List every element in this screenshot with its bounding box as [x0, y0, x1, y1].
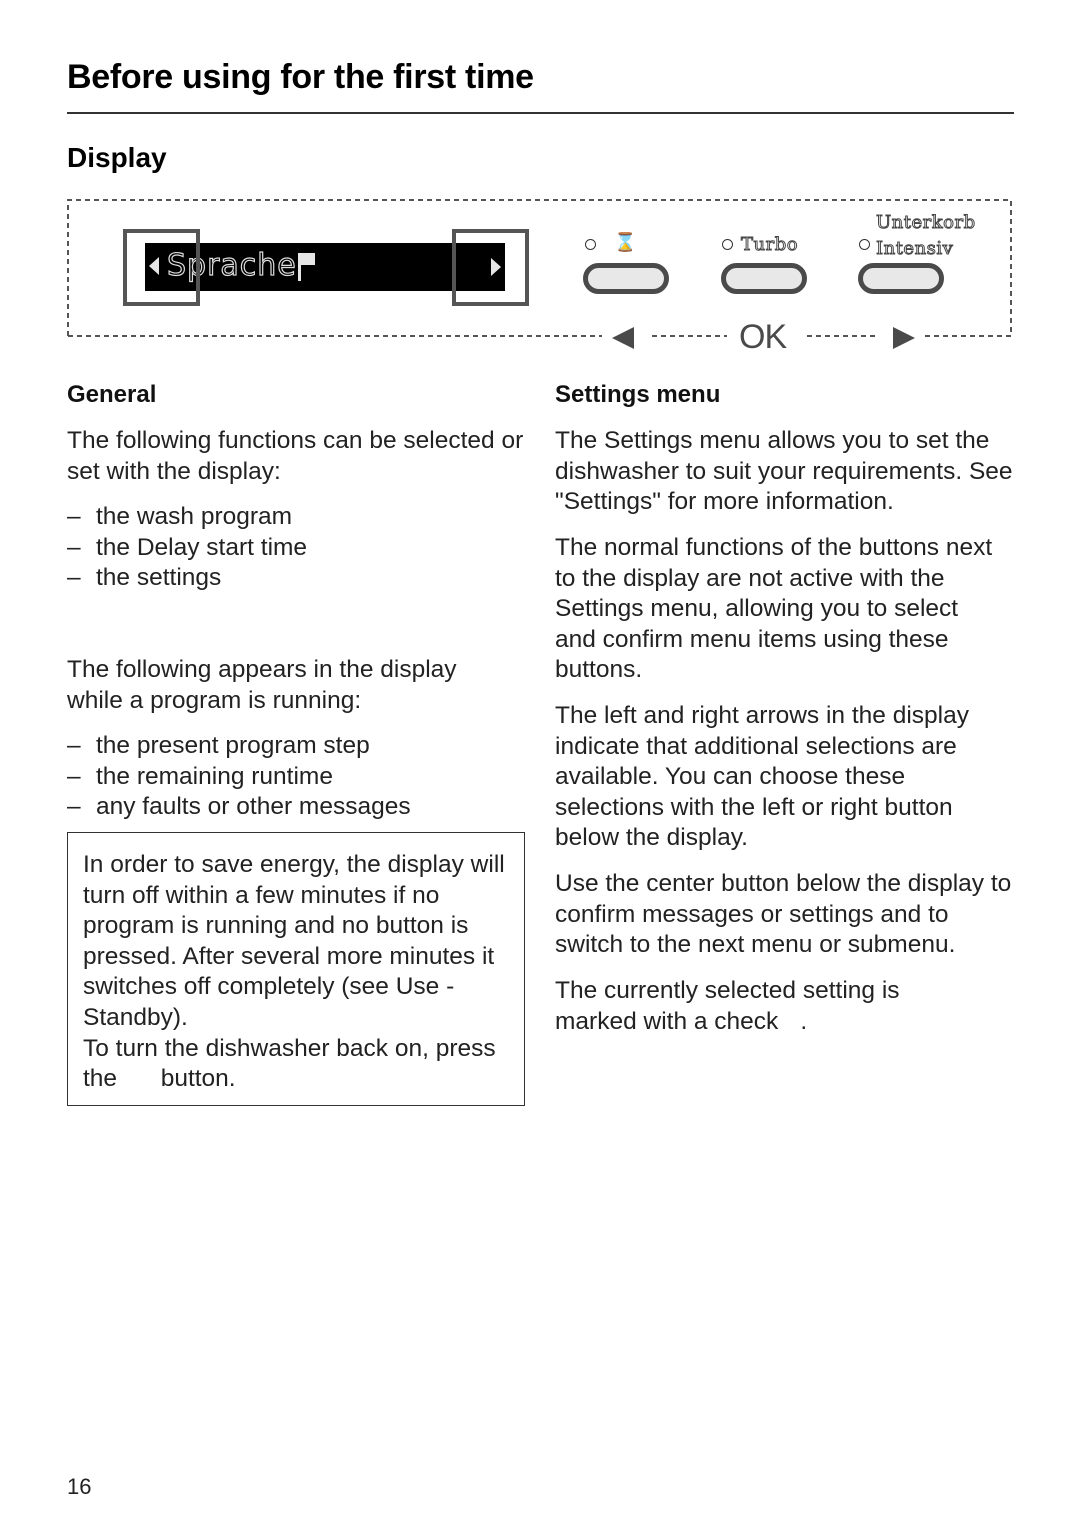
ok-button[interactable]: OK	[739, 318, 787, 357]
intensive-button[interactable]	[858, 263, 944, 294]
page-number: 16	[67, 1474, 92, 1499]
list-item: – any faults or other messages	[67, 793, 411, 821]
running-intro: The following appears in the display whi…	[67, 656, 457, 714]
functions-list: – the wash program – the Delay start time …	[67, 502, 527, 594]
turbo-button[interactable]	[721, 263, 807, 294]
settings-para-2: The normal functions of the buttons next…	[555, 534, 993, 684]
general-heading: General	[67, 381, 157, 408]
settings-check-text: The currently selected setting is marked…	[555, 977, 900, 1035]
settings-menu-heading: Settings menu	[555, 381, 721, 408]
timer-button[interactable]	[583, 263, 669, 294]
flag-icon	[298, 253, 315, 281]
list-item: – the settings	[67, 564, 222, 592]
list-item: – the Delay start time	[67, 533, 308, 561]
settings-para-3: The left and right arrows in the display…	[555, 702, 969, 852]
list-item: – the remaining runtime	[67, 762, 333, 790]
energy-note-text: In order to save energy, the display wil…	[83, 851, 505, 1093]
indicator-led-timer	[585, 239, 596, 250]
settings-para-4: Use the center button below the display …	[555, 870, 1012, 959]
list-item: – the present program step	[67, 732, 370, 759]
indicator-led-turbo	[722, 239, 733, 250]
settings-para-1: The Settings menu allows you to set the …	[555, 427, 1013, 516]
intensive-label: Intensiv	[875, 238, 954, 260]
timer-icon: ⌛	[614, 232, 637, 254]
right-arrow-button[interactable]	[893, 327, 915, 349]
highlight-box-left	[123, 229, 200, 306]
energy-note-box: In order to save energy, the display wil…	[67, 832, 525, 1106]
page-title: Before using for the first time	[67, 58, 534, 96]
title-divider	[67, 112, 1014, 114]
indicator-led-intensive	[859, 239, 870, 250]
left-arrow-button[interactable]	[612, 327, 634, 349]
list-item: – the wash program	[67, 503, 293, 530]
general-intro: The following functions can be selected …	[67, 427, 524, 485]
turbo-label: Turbo	[740, 234, 799, 256]
section-title: Display	[67, 142, 167, 173]
running-list: – the present program step – the remaining…	[67, 731, 527, 823]
highlight-box-right	[452, 229, 529, 306]
lower-basket-label: Unterkorb	[876, 212, 976, 234]
